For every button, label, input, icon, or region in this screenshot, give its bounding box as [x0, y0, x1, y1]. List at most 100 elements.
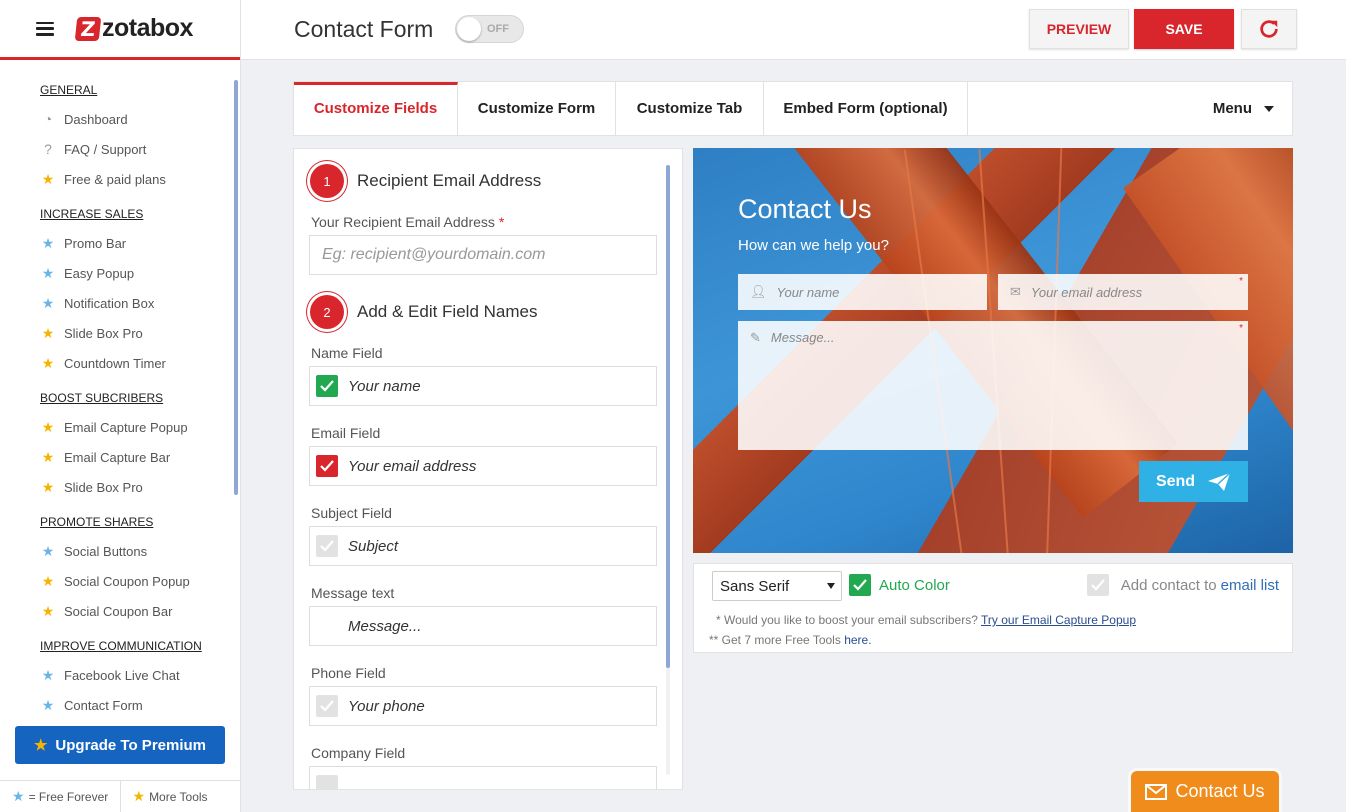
sidebar-footer: ★ = Free Forever ★ More Tools — [0, 780, 240, 812]
phone-field-input[interactable]: Your phone — [309, 686, 657, 726]
check-icon — [320, 540, 334, 552]
free-tools-link[interactable]: here. — [844, 633, 871, 647]
question-icon: ? — [44, 141, 52, 157]
preview-send-button[interactable]: Send — [1139, 461, 1248, 502]
more-tools-link[interactable]: ★ More Tools — [121, 781, 241, 812]
sidebar-item-email-capture-popup[interactable]: ★ Email Capture Popup — [0, 412, 240, 442]
tab-customize-tab[interactable]: Customize Tab — [616, 82, 764, 135]
sidebar-item-label: Email Capture Popup — [64, 419, 188, 435]
sidebar-item-social-buttons[interactable]: ★ Social Buttons — [0, 536, 240, 566]
placeholder: Your email address — [1030, 284, 1143, 300]
upgrade-label: Upgrade To Premium — [55, 736, 207, 754]
star-icon: ★ — [12, 788, 25, 804]
tab-menu-dropdown[interactable]: Menu — [1213, 100, 1274, 117]
message-field-label: Message text — [311, 585, 395, 601]
message-field-input[interactable]: Message... — [309, 606, 657, 646]
sidebar-item-plans[interactable]: ★ Free & paid plans — [0, 164, 240, 194]
star-icon: ★ — [41, 235, 55, 251]
recipient-email-input[interactable]: Eg: recipient@yourdomain.com — [309, 235, 657, 275]
sidebar-item-slide-box-pro[interactable]: ★ Slide Box Pro — [0, 318, 240, 348]
message-field-spacer — [316, 615, 338, 637]
email-list-link[interactable]: email list — [1221, 577, 1279, 594]
sidebar-section-improve-communication: IMPROVE COMMUNICATION — [40, 639, 202, 653]
auto-color-checkbox[interactable] — [849, 574, 871, 596]
zotabox-logo[interactable]: Z zotabox — [74, 14, 193, 43]
envelope-icon — [1145, 783, 1168, 800]
field-value: Your name — [348, 377, 421, 395]
name-field-input[interactable]: Your name — [309, 366, 657, 406]
sidebar-item-social-coupon-bar[interactable]: ★ Social Coupon Bar — [0, 596, 240, 626]
auto-color-label: Auto Color — [879, 576, 950, 594]
add-contact-text: Add contact to — [1120, 576, 1217, 594]
caret-down-icon — [1264, 105, 1274, 112]
sidebar-item-slide-box-pro-2[interactable]: ★ Slide Box Pro — [0, 472, 240, 502]
sidebar-item-social-coupon-popup[interactable]: ★ Social Coupon Popup — [0, 566, 240, 596]
required-mark: * — [498, 214, 505, 230]
field-value: Subject — [348, 537, 399, 555]
note-text: * Would you like to boost your email sub… — [716, 613, 978, 627]
user-icon: 👤︎ — [750, 284, 767, 299]
sidebar-item-label: Contact Form — [64, 697, 143, 713]
check-icon — [1090, 579, 1105, 591]
name-field-checkbox[interactable] — [316, 375, 338, 397]
panel-scrollbar[interactable] — [666, 165, 670, 668]
phone-field-checkbox[interactable] — [316, 695, 338, 717]
sidebar-item-email-capture-bar[interactable]: ★ Email Capture Bar — [0, 442, 240, 472]
tab-customize-fields[interactable]: Customize Fields — [294, 82, 458, 135]
placeholder: Your name — [776, 284, 840, 300]
phone-field-label: Phone Field — [311, 665, 386, 681]
step-title: Add & Edit Field Names — [357, 302, 538, 321]
sidebar-item-label: Free & paid plans — [64, 171, 166, 187]
subject-field-checkbox[interactable] — [316, 535, 338, 557]
sidebar-item-dashboard[interactable]: ◔ Dashboard — [0, 104, 240, 134]
subject-field-label: Subject Field — [311, 505, 392, 521]
company-field-label: Company Field — [311, 745, 406, 761]
star-icon: ★ — [41, 295, 55, 311]
upgrade-premium-button[interactable]: ★ Upgrade To Premium — [15, 726, 225, 764]
refresh-icon — [1260, 20, 1278, 38]
font-family-select[interactable]: Sans Serif — [712, 571, 842, 601]
sidebar-header: Z zotabox — [0, 0, 240, 60]
sidebar-item-label: Easy Popup — [64, 265, 135, 281]
email-capture-popup-link[interactable]: Try our Email Capture Popup — [981, 613, 1136, 627]
company-field-input[interactable] — [309, 766, 657, 789]
widget-on-off-toggle[interactable]: OFF — [455, 15, 524, 43]
floating-tab-label: Contact Us — [1175, 781, 1265, 801]
star-icon: ★ — [41, 325, 55, 341]
sidebar-item-label: Social Coupon Bar — [64, 603, 173, 619]
star-icon: ★ — [41, 419, 55, 435]
add-contact-option[interactable]: Add contact to email list — [1081, 574, 1279, 596]
subject-field-input[interactable]: Subject — [309, 526, 657, 566]
preview-message-textarea[interactable]: ✎ Message... * — [738, 321, 1248, 450]
form-preview: Contact Us How can we help you? 👤︎ Your n… — [693, 148, 1293, 553]
preview-name-input[interactable]: 👤︎ Your name — [738, 274, 987, 310]
tab-embed-form[interactable]: Embed Form (optional) — [764, 82, 968, 135]
hamburger-menu-icon[interactable] — [36, 21, 54, 36]
star-icon: ★ — [41, 543, 55, 559]
add-contact-checkbox[interactable] — [1086, 574, 1109, 596]
free-forever-text: = Free Forever — [28, 789, 109, 804]
toggle-knob — [457, 17, 481, 41]
auto-color-toggle[interactable]: Auto Color — [849, 574, 950, 596]
preview-button[interactable]: PREVIEW — [1029, 9, 1129, 49]
save-button[interactable]: SAVE — [1134, 9, 1234, 49]
sidebar-item-promo-bar[interactable]: ★ Promo Bar — [0, 228, 240, 258]
email-field-input[interactable]: Your email address — [309, 446, 657, 486]
preview-email-input[interactable]: ✉ Your email address * — [998, 274, 1248, 310]
sidebar-item-faq[interactable]: ? FAQ / Support — [0, 134, 240, 164]
step-number-badge: 2 — [310, 295, 344, 329]
floating-contact-tab[interactable]: Contact Us — [1131, 771, 1279, 812]
tab-customize-form[interactable]: Customize Form — [458, 82, 616, 135]
sidebar-item-easy-popup[interactable]: ★ Easy Popup — [0, 258, 240, 288]
sidebar-item-countdown-timer[interactable]: ★ Countdown Timer — [0, 348, 240, 378]
email-field-checkbox[interactable] — [316, 455, 338, 477]
company-field-checkbox[interactable] — [316, 775, 338, 789]
sidebar-item-notification-box[interactable]: ★ Notification Box — [0, 288, 240, 318]
preview-title: Contact Us — [738, 194, 872, 224]
form-options-bar: Sans Serif Auto Color Add contact to ema… — [693, 563, 1293, 653]
star-icon: ★ — [41, 603, 55, 619]
sidebar-item-contact-form[interactable]: ★ Contact Form — [0, 690, 240, 720]
sidebar-item-facebook-live-chat[interactable]: ★ Facebook Live Chat — [0, 660, 240, 690]
star-icon: ★ — [41, 573, 55, 589]
reset-button[interactable] — [1241, 9, 1297, 49]
